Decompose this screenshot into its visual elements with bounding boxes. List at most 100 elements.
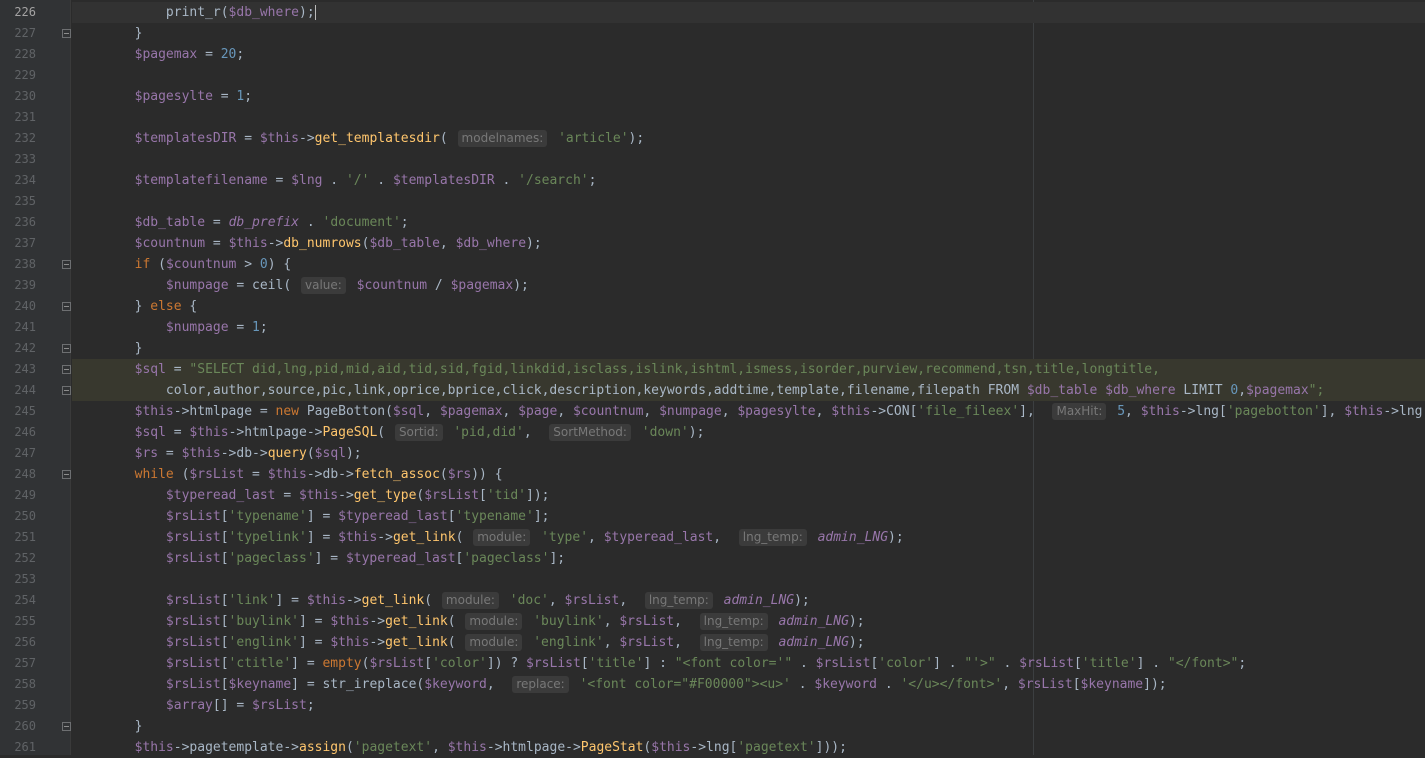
code-line[interactable]: 229 bbox=[0, 65, 1425, 86]
text-cursor bbox=[314, 5, 316, 20]
code-line[interactable]: 245 $this->htmlpage = new PageBotton($sq… bbox=[0, 401, 1425, 422]
code-line[interactable]: 236 $db_table = db_prefix . 'document'; bbox=[0, 212, 1425, 233]
code-text: $sql = $this->htmlpage->PageSQL( Sortid:… bbox=[134, 424, 705, 441]
code-line[interactable]: 233 bbox=[0, 149, 1425, 170]
code-text: $rs = $this->db->query($sql); bbox=[134, 446, 362, 461]
code-line[interactable]: 251 $rsList['typelink'] = $this->get_lin… bbox=[0, 527, 1425, 548]
code-text: $rsList['link'] = $this->get_link( modul… bbox=[165, 592, 810, 609]
code-text: color,author,source,pic,link,oprice,bpri… bbox=[72, 383, 1325, 398]
code-line[interactable]: 226 print_r($db_where); bbox=[0, 2, 1425, 23]
code-line[interactable]: 242 } bbox=[0, 338, 1425, 359]
code-text: } bbox=[72, 719, 143, 734]
line-number: 241 bbox=[14, 320, 36, 334]
code-text: $rsList[$keyname] = str_ireplace($keywor… bbox=[165, 676, 1167, 693]
fold-toggle-icon[interactable] bbox=[62, 344, 71, 353]
code-text: $countnum = $this->db_numrows($db_table,… bbox=[134, 236, 542, 251]
code-line[interactable]: 259 $array[] = $rsList; bbox=[0, 695, 1425, 716]
line-number: 229 bbox=[14, 68, 36, 82]
code-line[interactable]: 246 $sql = $this->htmlpage->PageSQL( Sor… bbox=[0, 422, 1425, 443]
line-number: 237 bbox=[14, 236, 36, 250]
code-line[interactable]: 227 } bbox=[0, 23, 1425, 44]
code-line[interactable]: 238 if ($countnum > 0) { bbox=[0, 254, 1425, 275]
fold-toggle-icon[interactable] bbox=[62, 722, 71, 731]
code-line[interactable]: 243 $sql = "SELECT did,lng,pid,mid,aid,t… bbox=[0, 359, 1425, 380]
line-number: 247 bbox=[14, 446, 36, 460]
code-line[interactable]: 244 color,author,source,pic,link,oprice,… bbox=[0, 380, 1425, 401]
code-line[interactable]: 228 $pagemax = 20; bbox=[0, 44, 1425, 65]
line-number: 227 bbox=[14, 26, 36, 40]
code-text: $rsList['buylink'] = $this->get_link( mo… bbox=[165, 613, 865, 630]
line-number: 244 bbox=[14, 383, 36, 397]
code-text: $numpage = ceil( value: $countnum / $pag… bbox=[165, 277, 529, 294]
code-line[interactable]: 230 $pagesylte = 1; bbox=[0, 86, 1425, 107]
code-line[interactable]: 260 } bbox=[0, 716, 1425, 737]
line-number: 228 bbox=[14, 47, 36, 61]
code-line[interactable]: 253 bbox=[0, 569, 1425, 590]
line-number: 249 bbox=[14, 488, 36, 502]
code-line[interactable]: 237 $countnum = $this->db_numrows($db_ta… bbox=[0, 233, 1425, 254]
code-text: $rsList['pageclass'] = $typeread_last['p… bbox=[165, 551, 566, 566]
line-number: 240 bbox=[14, 299, 36, 313]
fold-toggle-icon[interactable] bbox=[62, 386, 71, 395]
line-number: 230 bbox=[14, 89, 36, 103]
code-text: $numpage = 1; bbox=[165, 320, 268, 335]
line-number: 258 bbox=[14, 677, 36, 691]
code-text: $rsList['typename'] = $typeread_last['ty… bbox=[165, 509, 550, 524]
line-number: 232 bbox=[14, 131, 36, 145]
code-line[interactable]: 239 $numpage = ceil( value: $countnum / … bbox=[0, 275, 1425, 296]
code-line[interactable]: 255 $rsList['buylink'] = $this->get_link… bbox=[0, 611, 1425, 632]
code-text: if ($countnum > 0) { bbox=[134, 257, 292, 272]
line-number: 254 bbox=[14, 593, 36, 607]
code-text: $this->htmlpage = new PageBotton($sql, $… bbox=[134, 403, 1423, 420]
code-text: $array[] = $rsList; bbox=[165, 698, 315, 713]
line-number: 238 bbox=[14, 257, 36, 271]
code-text: $sql = "SELECT did,lng,pid,mid,aid,tid,s… bbox=[134, 362, 1160, 377]
code-line[interactable]: 257 $rsList['ctitle'] = empty($rsList['c… bbox=[0, 653, 1425, 674]
line-number: 233 bbox=[14, 152, 36, 166]
code-text: } bbox=[72, 26, 143, 41]
line-number: 234 bbox=[14, 173, 36, 187]
line-number: 259 bbox=[14, 698, 36, 712]
code-line[interactable]: 232 $templatesDIR = $this->get_templates… bbox=[0, 128, 1425, 149]
code-text: $rsList['typelink'] = $this->get_link( m… bbox=[165, 529, 904, 546]
line-number: 226 bbox=[14, 5, 36, 19]
code-line[interactable]: 241 $numpage = 1; bbox=[0, 317, 1425, 338]
code-line[interactable]: 250 $rsList['typename'] = $typeread_last… bbox=[0, 506, 1425, 527]
fold-toggle-icon[interactable] bbox=[62, 302, 71, 311]
code-text: } bbox=[72, 341, 143, 356]
code-line[interactable]: 249 $typeread_last = $this->get_type($rs… bbox=[0, 485, 1425, 506]
code-line[interactable]: 235 bbox=[0, 191, 1425, 212]
code-line[interactable]: 247 $rs = $this->db->query($sql); bbox=[0, 443, 1425, 464]
code-line[interactable]: 234 $templatefilename = $lng . '/' . $te… bbox=[0, 170, 1425, 191]
code-line[interactable]: 252 $rsList['pageclass'] = $typeread_las… bbox=[0, 548, 1425, 569]
line-number: 242 bbox=[14, 341, 36, 355]
code-text: print_r($db_where); bbox=[72, 5, 316, 20]
code-line[interactable]: 231 bbox=[0, 107, 1425, 128]
line-number: 253 bbox=[14, 572, 36, 586]
line-number: 235 bbox=[14, 194, 36, 208]
code-line[interactable]: 248 while ($rsList = $this->db->fetch_as… bbox=[0, 464, 1425, 485]
code-editor[interactable]: 226 print_r($db_where); 227 } 228 $pagemax… bbox=[0, 0, 1425, 755]
line-number: 256 bbox=[14, 635, 36, 649]
code-text: } else { bbox=[72, 299, 198, 314]
line-number: 255 bbox=[14, 614, 36, 628]
code-text: $db_table = db_prefix . 'document'; bbox=[134, 215, 409, 230]
code-text: $typeread_last = $this->get_type($rsList… bbox=[165, 488, 550, 503]
fold-toggle-icon[interactable] bbox=[62, 260, 71, 269]
code-line[interactable]: 258 $rsList[$keyname] = str_ireplace($ke… bbox=[0, 674, 1425, 695]
fold-toggle-icon[interactable] bbox=[62, 470, 71, 479]
code-text: $templatefilename = $lng . '/' . $templa… bbox=[134, 173, 597, 188]
fold-toggle-icon[interactable] bbox=[62, 365, 71, 374]
fold-toggle-icon[interactable] bbox=[62, 29, 71, 38]
code-text: while ($rsList = $this->db->fetch_assoc(… bbox=[134, 467, 503, 482]
line-number: 245 bbox=[14, 404, 36, 418]
line-number: 260 bbox=[14, 719, 36, 733]
line-number: 251 bbox=[14, 530, 36, 544]
code-text: $pagesylte = 1; bbox=[134, 89, 253, 104]
line-number: 236 bbox=[14, 215, 36, 229]
code-text: $rsList['englink'] = $this->get_link( mo… bbox=[165, 634, 865, 651]
code-line[interactable]: 240 } else { bbox=[0, 296, 1425, 317]
code-text: $pagemax = 20; bbox=[134, 47, 245, 62]
code-line[interactable]: 254 $rsList['link'] = $this->get_link( m… bbox=[0, 590, 1425, 611]
code-line[interactable]: 256 $rsList['englink'] = $this->get_link… bbox=[0, 632, 1425, 653]
